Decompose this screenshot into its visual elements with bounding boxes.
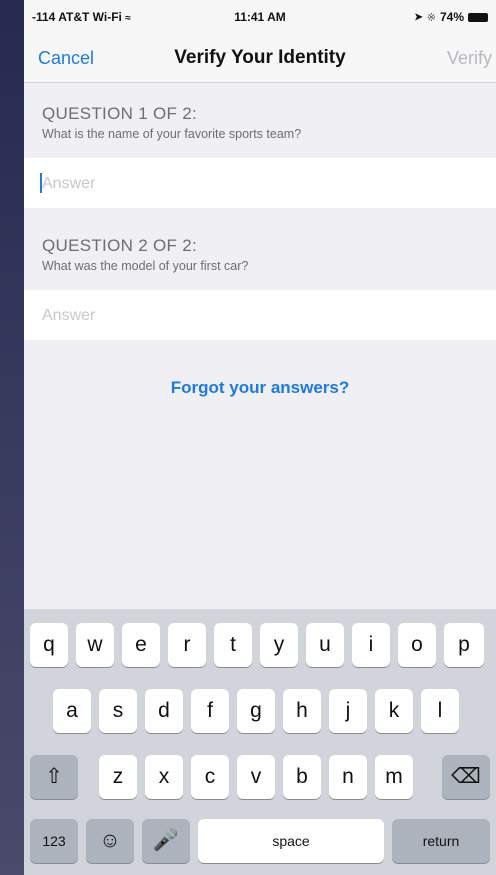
microphone-key[interactable]: 🎤 — [142, 819, 190, 863]
return-key[interactable]: return — [392, 819, 490, 863]
key-j[interactable]: j — [329, 689, 367, 733]
bluetooth-icon: ※ — [426, 11, 436, 24]
key-e[interactable]: e — [122, 623, 160, 667]
key-v[interactable]: v — [237, 755, 275, 799]
answer-2-input[interactable] — [40, 290, 474, 342]
question-1-text: What is the name of your favorite sports… — [42, 127, 302, 141]
shift-icon: ⇧ — [45, 765, 63, 788]
page-title: Verify Your Identity — [174, 47, 346, 68]
key-c[interactable]: c — [191, 755, 229, 799]
key-a[interactable]: a — [53, 689, 91, 733]
key-u[interactable]: u — [306, 623, 344, 667]
key-x[interactable]: x — [145, 755, 183, 799]
key-o[interactable]: o — [398, 623, 436, 667]
navigation-bar: Cancel Verify Your Identity Verify — [24, 34, 496, 83]
key-z[interactable]: z — [99, 755, 137, 799]
question-1-header: QUESTION 1 OF 2: What is the name of you… — [42, 104, 482, 141]
space-key[interactable]: space — [198, 819, 384, 863]
key-h[interactable]: h — [283, 689, 321, 733]
key-y[interactable]: y — [260, 623, 298, 667]
status-bar: -114 AT&T Wi-Fi ≈ 11:41 AM ➤ ※ 74% — [24, 0, 496, 34]
location-icon: ➤ — [414, 11, 423, 23]
key-s[interactable]: s — [99, 689, 137, 733]
key-r[interactable]: r — [168, 623, 206, 667]
key-d[interactable]: d — [145, 689, 183, 733]
question-2-header: QUESTION 2 OF 2: What was the model of y… — [42, 236, 482, 273]
key-t[interactable]: t — [214, 623, 252, 667]
key-f[interactable]: f — [191, 689, 229, 733]
delete-key[interactable]: ⌫ — [442, 755, 490, 799]
emoji-icon: ☺ — [99, 829, 121, 852]
delete-icon: ⌫ — [451, 765, 481, 788]
key-n[interactable]: n — [329, 755, 367, 799]
key-k[interactable]: k — [375, 689, 413, 733]
answer-1-input[interactable] — [40, 158, 474, 210]
microphone-icon: 🎤 — [152, 829, 180, 852]
battery-percent: 74% — [439, 10, 464, 24]
question-2-text: What was the model of your first car? — [42, 259, 249, 273]
key-q[interactable]: q — [30, 623, 68, 667]
battery-icon — [468, 12, 488, 22]
emoji-key[interactable]: ☺ — [86, 819, 134, 863]
shift-key[interactable]: ⇧ — [30, 755, 78, 799]
verify-button[interactable]: Verify — [447, 48, 492, 69]
key-b[interactable]: b — [283, 755, 321, 799]
answer-1-row — [24, 158, 496, 210]
text-cursor — [40, 173, 42, 193]
forgot-answers-link[interactable]: Forgot your answers? — [24, 378, 496, 398]
status-right: ➤ ※ 74% — [414, 10, 488, 24]
key-g[interactable]: g — [237, 689, 275, 733]
numbers-key[interactable]: 123 — [30, 819, 78, 863]
keyboard: q w e r t y u i o p a s d f g h j k l ⇧ … — [24, 609, 496, 875]
answer-2-row — [24, 290, 496, 342]
key-m[interactable]: m — [375, 755, 413, 799]
question-2-title: QUESTION 2 OF 2: — [42, 236, 197, 255]
question-1-title: QUESTION 1 OF 2: — [42, 104, 197, 123]
key-l[interactable]: l — [421, 689, 459, 733]
phone-screen: -114 AT&T Wi-Fi ≈ 11:41 AM ➤ ※ 74% Cance… — [24, 0, 496, 875]
key-i[interactable]: i — [352, 623, 390, 667]
key-w[interactable]: w — [76, 623, 114, 667]
key-p[interactable]: p — [444, 623, 484, 667]
